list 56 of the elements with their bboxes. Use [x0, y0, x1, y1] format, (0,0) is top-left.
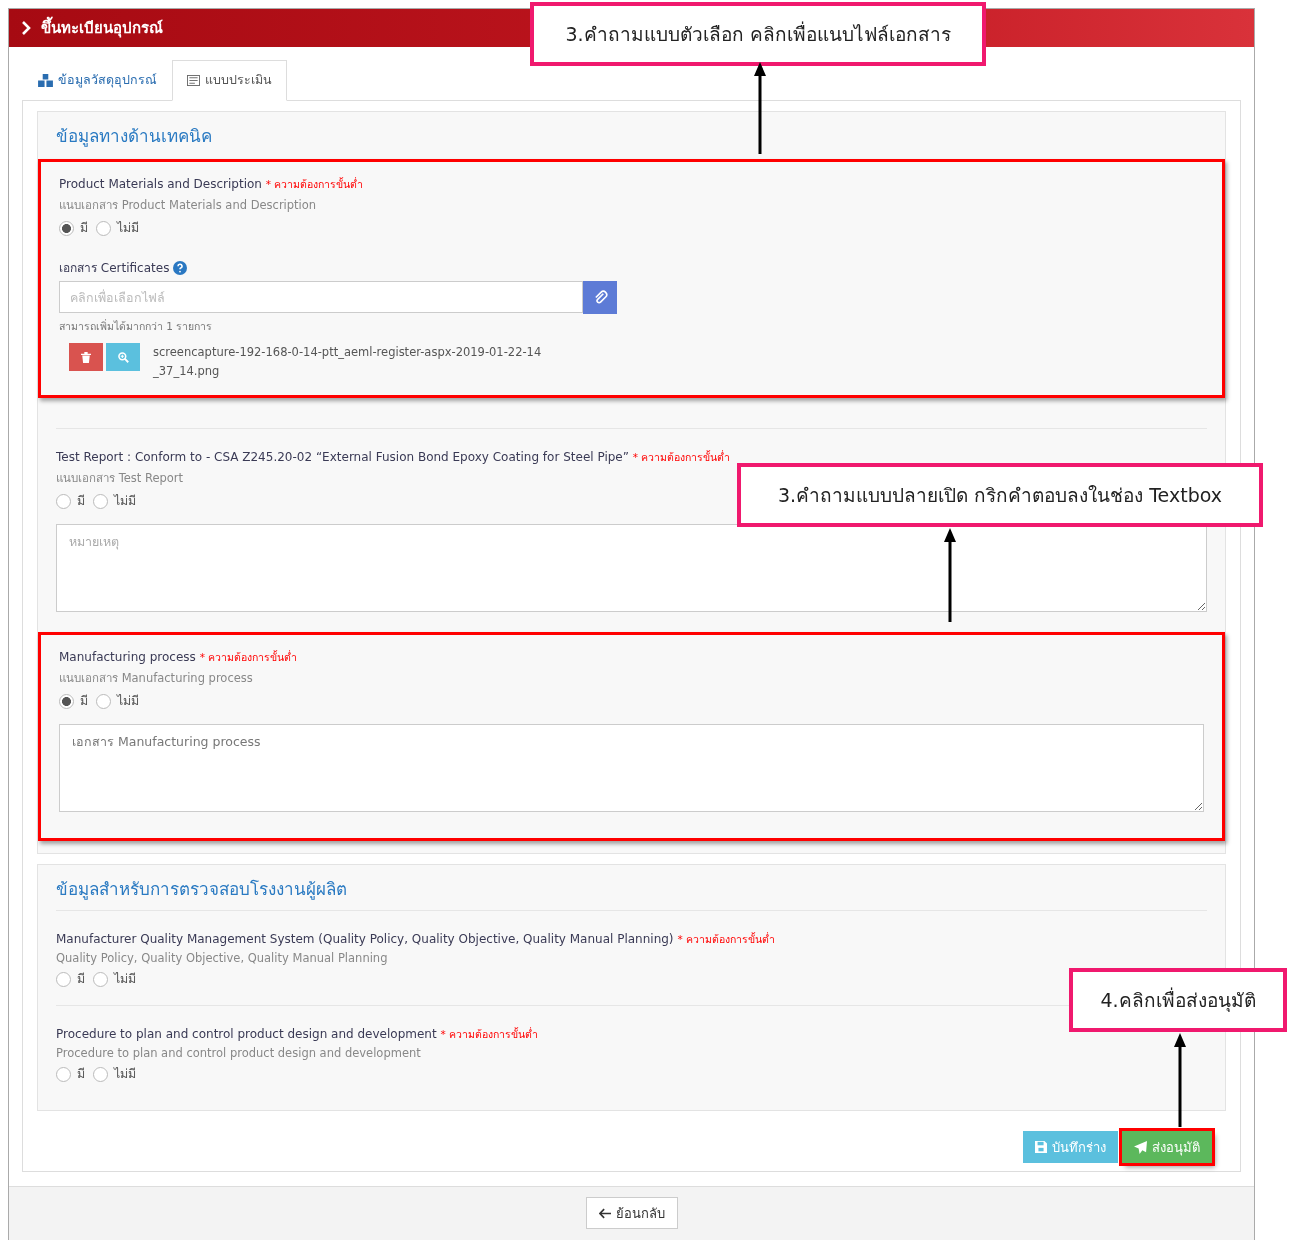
field-label: เอกสาร Certificates — [59, 260, 170, 277]
radio-button[interactable] — [56, 493, 71, 509]
remark-field[interactable]: เอกสาร Manufacturing process — [59, 724, 1204, 812]
trash-icon — [81, 351, 91, 363]
radio-button[interactable] — [93, 971, 108, 987]
file-field[interactable]: คลิกเพื่อเลือกไฟล์ — [59, 281, 583, 313]
attach-button[interactable] — [583, 281, 617, 314]
question-label: Test Report : Conform to - CSA Z245.20-02 “External Fusion Bond Epoxy Coating for Steel Pipe” * ความต้องการขั้นต่ำ — [56, 449, 732, 466]
radio-label: มี — [77, 1065, 85, 1083]
radio-label: มี — [80, 692, 88, 710]
delete-button[interactable] — [69, 343, 103, 371]
annotation-tooltip: 3.คำถามแบบปลายเปิด กริกคำตอบลงในช่อง Textbox — [737, 463, 1263, 527]
page-title: ขึ้นทะเบียนอุปกรณ์ — [41, 16, 163, 40]
radio-label: ไม่มี — [114, 970, 136, 988]
question-hint: แนบเอกสาร Manufacturing process — [59, 670, 254, 687]
annotation-tooltip: 3.คำถามแบบตัวเลือก คลิกเพื่อแนบไฟล์เอกสาร — [530, 2, 986, 66]
remark-field[interactable]: หมายเหตุ — [56, 524, 1207, 612]
radio-label: มี — [77, 492, 85, 510]
radio-button[interactable] — [56, 971, 71, 987]
form-icon — [187, 74, 200, 86]
back-button[interactable]: ย้อนกลับ — [585, 1197, 678, 1229]
radio-button[interactable] — [96, 220, 111, 236]
question-label: Manufacturing process * ความต้องการขั้นต่ำ — [59, 649, 299, 666]
help-icon — [173, 260, 188, 275]
radio-button[interactable] — [93, 493, 108, 509]
radio-button[interactable] — [93, 1066, 108, 1082]
arrow-left-icon — [598, 1207, 611, 1219]
chevron-right-icon — [21, 21, 31, 35]
question-label: Product Materials and Description * ความต้องการขั้นต่ำ — [59, 176, 365, 193]
paper-plane-icon — [1134, 1140, 1147, 1154]
radio-label: มี — [77, 970, 85, 988]
radio-label: ไม่มี — [114, 492, 136, 510]
field-note: สามารถเพิ่มได้มากกว่า 1 รายการ — [59, 318, 214, 334]
tab[interactable]: ข้อมูลวัสดุอุปกรณ์ — [23, 60, 172, 101]
radio-label: ไม่มี — [117, 692, 139, 710]
file-name: screencapture-192-168-0-14-ptt_aeml-register-aspx-2019-01-22-14_37_14.png — [153, 344, 543, 380]
radio-label: ไม่มี — [117, 219, 139, 237]
boxes-icon — [38, 73, 53, 87]
radio-label: มี — [80, 219, 88, 237]
annotation-tooltip: 4.คลิกเพื่อส่งอนุมัติ — [1069, 968, 1287, 1032]
zoom-button[interactable] — [106, 343, 140, 371]
radio-button[interactable] — [59, 693, 74, 709]
question-hint: แนบเอกสาร Product Materials and Description — [59, 197, 318, 214]
question-hint: Procedure to plan and control product design and development — [56, 1046, 422, 1060]
section-title: ข้อมูลสำหรับการตรวจสอบโรงงานผู้ผลิต — [56, 878, 348, 902]
radio-label: ไม่มี — [114, 1065, 136, 1083]
section-title: ข้อมูลทางด้านเทคนิค — [56, 125, 213, 149]
radio-button[interactable] — [59, 220, 74, 236]
question-hint: แนบเอกสาร Test Report — [56, 470, 185, 487]
radio-button[interactable] — [56, 1066, 71, 1082]
magnifier-icon — [117, 351, 129, 363]
tab[interactable]: แบบประเมิน — [172, 60, 287, 101]
question-label: Manufacturer Quality Management System (Quality Policy, Quality Objective, Quality Manual Planning) * ความต้องการขั้นต่ำ — [56, 931, 776, 948]
question-hint: Quality Policy, Quality Objective, Quality Manual Planning — [56, 951, 389, 965]
radio-button[interactable] — [96, 693, 111, 709]
question-label: Procedure to plan and control product design and development * ความต้องการขั้นต่ำ — [56, 1026, 540, 1043]
